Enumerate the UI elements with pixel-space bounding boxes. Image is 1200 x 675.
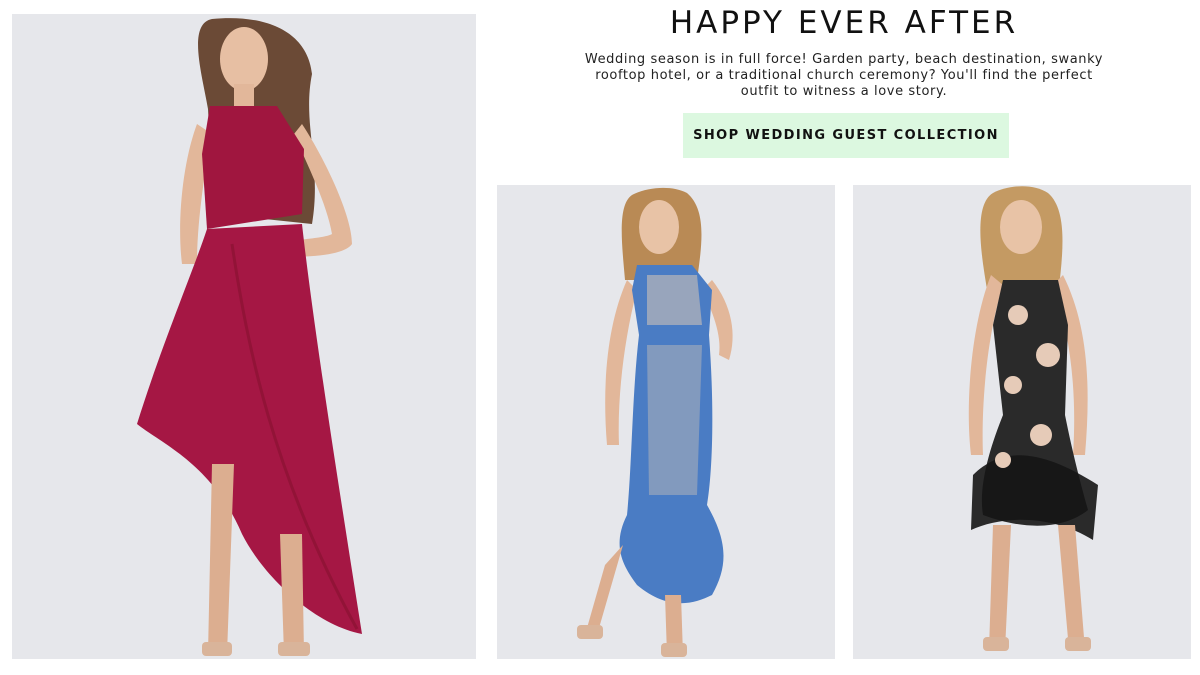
black-floral-dress-illustration (853, 185, 1191, 659)
wedding-promo-page: HAPPY EVER AFTER Wedding season is in fu… (0, 0, 1200, 675)
product-photo-blue-lace-dress[interactable] (497, 185, 835, 659)
product-photo-black-floral-dress[interactable] (853, 185, 1191, 659)
shop-wedding-guest-collection-button[interactable]: SHOP WEDDING GUEST COLLECTION (683, 113, 1009, 158)
blue-lace-dress-illustration (497, 185, 835, 659)
burgundy-dress-illustration (12, 14, 476, 659)
promo-intro-text: Wedding season is in full force! Garden … (584, 52, 1104, 99)
product-photo-burgundy-dress[interactable] (12, 14, 476, 659)
promo-headline: HAPPY EVER AFTER (669, 5, 1019, 41)
